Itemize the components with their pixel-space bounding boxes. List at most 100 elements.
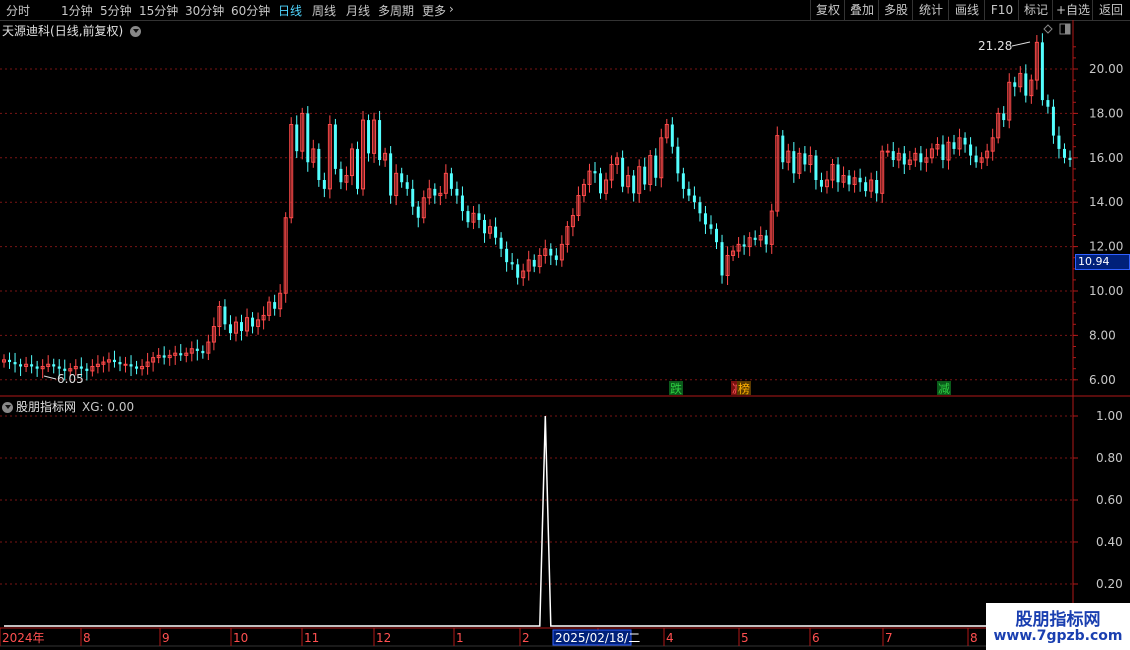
candle <box>400 167 404 188</box>
candle <box>273 294 277 316</box>
candle <box>30 355 34 374</box>
candle <box>217 300 222 337</box>
candle-body <box>433 188 437 196</box>
top-right-icons <box>1042 23 1082 40</box>
indicator-title: 股朋指标网 XG: 0.00 <box>2 398 134 415</box>
y-tick-label: 6.00 <box>1089 373 1116 387</box>
candle-body <box>367 120 371 154</box>
candle-body <box>411 188 415 207</box>
candle <box>35 360 39 377</box>
candle <box>106 352 111 372</box>
candle <box>151 352 156 372</box>
candle-body <box>952 142 956 149</box>
y-tick-label: 8.00 <box>1089 328 1116 342</box>
candle <box>985 143 990 167</box>
candle <box>609 155 614 189</box>
stock-title: 天源迪科(日线,前复权) <box>2 22 142 39</box>
candle <box>864 176 868 197</box>
x-tick-label: 11 <box>304 631 319 645</box>
candle <box>637 159 642 203</box>
candle <box>339 161 343 190</box>
y-tick-label: 0.40 <box>1096 535 1123 549</box>
chevron-down-icon[interactable] <box>130 26 142 37</box>
candle <box>819 172 823 193</box>
candle <box>875 170 879 202</box>
candle-body <box>273 302 277 309</box>
y-tick-label: 1.00 <box>1096 409 1123 423</box>
candle <box>311 139 316 168</box>
indicator-menu-icon[interactable] <box>2 402 13 413</box>
candle <box>306 106 310 172</box>
candle-body <box>400 173 404 183</box>
candle <box>604 172 609 201</box>
candle-body <box>1062 148 1066 158</box>
event-tag: 减 <box>937 381 951 396</box>
candle <box>46 355 51 373</box>
candle <box>499 232 503 258</box>
candle <box>211 317 216 351</box>
candle <box>118 356 122 372</box>
candle <box>830 158 835 189</box>
candle-body <box>333 124 337 169</box>
candle <box>648 150 653 192</box>
candle-body <box>378 120 382 161</box>
candle <box>411 179 415 215</box>
period-label: (日线,前复权) <box>50 24 124 38</box>
candle-body <box>466 211 470 223</box>
candle-body <box>554 255 558 260</box>
candle-body <box>162 355 166 358</box>
indicator-series <box>4 415 1130 627</box>
candle-body <box>836 164 840 183</box>
candle <box>289 117 294 224</box>
candle-body <box>1013 82 1017 87</box>
candle-body <box>339 168 343 183</box>
candle <box>156 348 161 364</box>
kline-chart[interactable]: 21.286.05跌减榜减 20.0018.0016.0014.0012.001… <box>0 0 1130 650</box>
candle <box>946 136 951 170</box>
candle <box>526 250 531 281</box>
candle-body <box>455 188 459 196</box>
candle <box>885 143 890 157</box>
candle <box>1062 143 1066 164</box>
candle-body <box>30 364 34 367</box>
candle <box>1051 99 1055 144</box>
candle-body <box>858 177 862 183</box>
candle-body <box>875 180 879 194</box>
candle <box>488 219 493 239</box>
candle-body <box>449 173 453 189</box>
candle-body <box>13 362 17 365</box>
candle <box>764 229 768 253</box>
candle-body <box>941 144 945 161</box>
min-price-label: 6.05 <box>57 372 84 386</box>
candle <box>383 147 388 167</box>
candle <box>753 230 757 246</box>
candle <box>101 356 106 373</box>
candle-body <box>499 237 503 249</box>
candle <box>228 315 232 341</box>
candle <box>184 347 189 363</box>
candle <box>814 150 818 190</box>
candle <box>852 170 857 193</box>
candle-body <box>670 124 674 147</box>
candle <box>19 358 23 377</box>
candle <box>112 350 116 368</box>
candle-body <box>764 235 768 245</box>
candle <box>516 258 520 285</box>
diamond-icon[interactable] <box>1043 24 1053 34</box>
candlestick-series: 21.286.05跌减榜减 <box>2 33 1072 396</box>
candle <box>913 147 918 167</box>
candle-body <box>505 248 509 263</box>
candle-body <box>709 224 713 229</box>
candle-body <box>240 322 244 331</box>
candle <box>521 263 526 286</box>
y-tick-label: 16.00 <box>1089 151 1123 165</box>
candle <box>654 148 658 186</box>
candle <box>317 143 321 187</box>
candle <box>880 145 885 203</box>
candle <box>858 168 862 192</box>
candle <box>327 115 332 199</box>
candle <box>643 157 647 190</box>
candle <box>969 137 973 166</box>
candle <box>676 137 680 182</box>
y-tick-label: 20.00 <box>1089 62 1123 76</box>
